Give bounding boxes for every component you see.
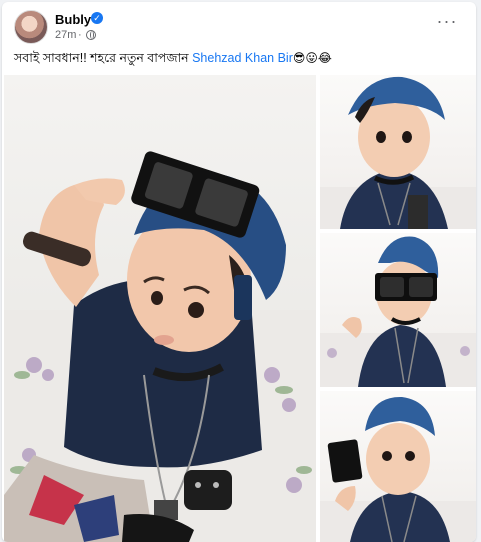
side-photo-2[interactable]	[320, 233, 476, 387]
more-options-button[interactable]: ···	[435, 12, 459, 34]
side-photo-2-illustration	[320, 236, 476, 387]
post-timestamp[interactable]: 27m	[55, 29, 76, 41]
post-caption: সবাই সাবধান!! শহরে নতুন বাপজান Shehzad K…	[14, 50, 332, 70]
author-name[interactable]: Bubly	[55, 12, 91, 27]
caption-emojis: 😎😛😂	[292, 51, 332, 65]
verified-badge-icon: ✓	[91, 12, 103, 24]
side-photo-1[interactable]	[320, 75, 476, 229]
globe-icon[interactable]	[86, 30, 96, 40]
post-header: Bubly ✓ 27m · ···	[2, 2, 476, 46]
side-photo-1-illustration	[320, 76, 476, 229]
caption-text: সবাই সাবধান!! শহরে নতুন বাপজান	[14, 51, 193, 65]
mention-link[interactable]: Shehzad Khan Bir	[192, 51, 293, 65]
meta-separator: ·	[78, 29, 82, 41]
main-photo-illustration	[4, 151, 316, 542]
side-photo-3-illustration	[320, 396, 476, 542]
author-avatar[interactable]	[14, 10, 48, 44]
main-photo[interactable]	[4, 75, 316, 542]
post-card: Bubly ✓ 27m · ··· সবাই সাবধান!! শহরে নতু…	[2, 2, 476, 542]
side-photo-3[interactable]	[320, 391, 476, 542]
